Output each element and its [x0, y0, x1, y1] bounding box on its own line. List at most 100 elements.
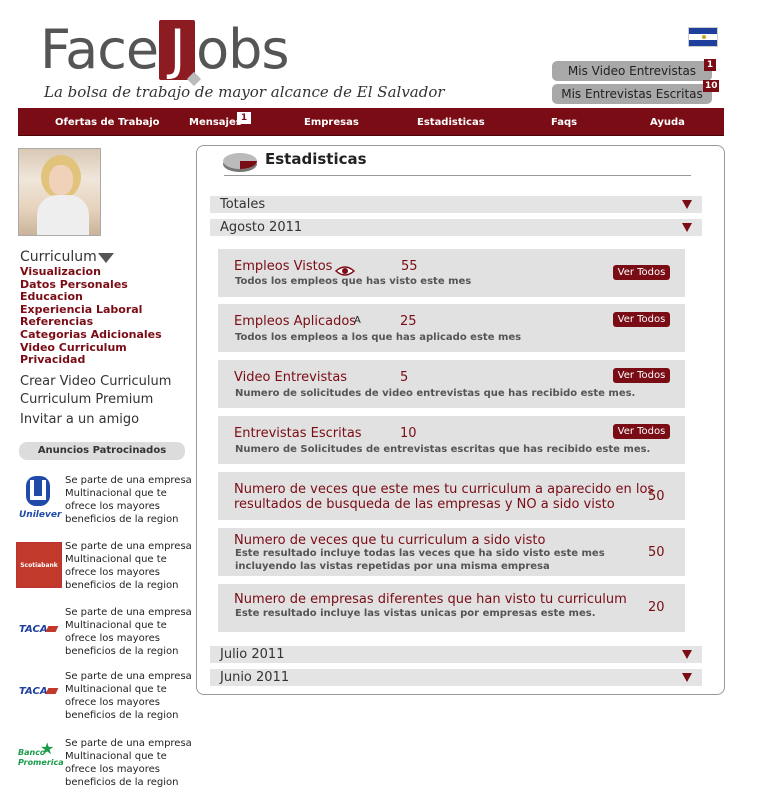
- taca-brand-text: TACA: [19, 624, 48, 635]
- expand-arrow-icon[interactable]: [682, 223, 692, 232]
- stat-value: 50: [648, 545, 665, 560]
- expand-arrow-icon[interactable]: [682, 673, 692, 682]
- taca-logo-icon: TACA: [16, 606, 62, 652]
- expand-arrow-icon[interactable]: [682, 200, 692, 209]
- stat-desc: Numero de Solicitudes de entrevistas esc…: [235, 444, 651, 455]
- title-divider: [224, 175, 691, 176]
- chart-icon: [221, 151, 259, 177]
- video-entrevistas-badge: 1: [704, 59, 716, 71]
- curriculum-item-visualizacion[interactable]: Visualizacion: [20, 265, 162, 279]
- stat-card-entrevistas-escritas: Entrevistas Escritas 10 Numero de Solici…: [218, 416, 685, 464]
- logo-text-face: Face: [40, 18, 159, 81]
- nav-item-ofertas[interactable]: Ofertas de Trabajo: [55, 108, 160, 136]
- nav-item-empresas[interactable]: Empresas: [304, 108, 359, 136]
- section-totales[interactable]: Totales: [210, 196, 702, 213]
- curriculum-item-privacidad[interactable]: Privacidad: [20, 354, 162, 367]
- section-julio-2011[interactable]: Julio 2011: [210, 646, 702, 663]
- curriculum-item-educacion[interactable]: Educacion: [20, 291, 162, 304]
- stat-desc-line2: incluyendo las vistas repetidas por una …: [235, 561, 550, 572]
- invitar-amigo-link[interactable]: Invitar a un amigo: [20, 412, 139, 427]
- stat-title: Numero de veces que tu curriculum a sido…: [234, 533, 546, 548]
- stat-value: 50: [648, 489, 665, 504]
- stat-value: 10: [400, 426, 417, 441]
- nav-item-faqs[interactable]: Faqs: [551, 108, 577, 136]
- ver-todos-button[interactable]: Ver Todos: [613, 312, 670, 327]
- tagline: La bolsa de trabajo de mayor alcance de …: [44, 83, 445, 101]
- mis-entrevistas-escritas-button[interactable]: Mis Entrevistas Escritas: [552, 84, 712, 104]
- mis-video-entrevistas-button[interactable]: Mis Video Entrevistas: [552, 61, 712, 81]
- curriculum-menu: Visualizacion Datos Personales Educacion…: [20, 265, 162, 367]
- ver-todos-button[interactable]: Ver Todos: [613, 368, 670, 383]
- ad-scotiabank[interactable]: Scotiabank Se parte de una empresa Multi…: [16, 540, 192, 598]
- main-nav: Ofertas de Trabajo Mensajes 1 Empresas E…: [18, 108, 724, 136]
- section-agosto-label: Agosto 2011: [220, 220, 303, 235]
- stat-value: 20: [648, 600, 665, 615]
- stat-title: Video Entrevistas: [234, 370, 348, 385]
- ver-todos-button[interactable]: Ver Todos: [613, 265, 670, 280]
- section-agosto-2011[interactable]: Agosto 2011: [210, 219, 702, 236]
- ad-text: Se parte de una empresa Multinacional qu…: [65, 671, 192, 721]
- stat-value: 25: [400, 314, 417, 329]
- entrevistas-escritas-badge: 10: [703, 80, 719, 92]
- curriculum-premium-link[interactable]: Curriculum Premium: [20, 392, 153, 407]
- ad-text: Se parte de una empresa Multinacional qu…: [65, 541, 192, 591]
- logo-j-box: J: [159, 20, 196, 80]
- ad-text: Se parte de una empresa Multinacional qu…: [65, 475, 192, 525]
- scotiabank-brand-text: Scotiabank: [20, 562, 58, 569]
- curriculum-toggle-icon[interactable]: [98, 253, 114, 263]
- unilever-brand-text: Unilever: [19, 510, 62, 520]
- curriculum-item-categorias-adicionales[interactable]: Categorias Adicionales: [20, 328, 162, 342]
- ad-text: Se parte de una empresa Multinacional qu…: [65, 738, 192, 788]
- nav-item-ayuda[interactable]: Ayuda: [650, 108, 685, 136]
- stat-title: Entrevistas Escritas: [234, 426, 362, 441]
- section-junio-2011[interactable]: Junio 2011: [210, 669, 702, 686]
- promerica-logo-icon: ★ Banco Promerica: [18, 739, 64, 768]
- el-salvador-flag-icon[interactable]: [688, 27, 718, 47]
- stat-title: Empleos Aplicados: [234, 314, 357, 329]
- stat-desc: Todos los empleos que has visto este mes: [235, 276, 472, 287]
- ad-taca[interactable]: TACA Se parte de una empresa Multinacion…: [16, 606, 192, 664]
- stat-card-video-entrevistas: Video Entrevistas 5 Numero de solicitude…: [218, 360, 685, 408]
- ad-text: Se parte de una empresa Multinacional qu…: [65, 607, 192, 657]
- ads-header: Anuncios Patrocinados: [19, 442, 185, 460]
- stat-value: 5: [400, 370, 409, 385]
- mis-video-entrevistas-label: Mis Video Entrevistas: [567, 64, 697, 78]
- ad-promerica[interactable]: ★ Banco Promerica Se parte de una empres…: [16, 737, 192, 795]
- stat-card-curriculum-visto: Numero de veces que tu curriculum a sido…: [218, 528, 685, 576]
- ver-todos-button[interactable]: Ver Todos: [613, 424, 670, 439]
- aplicado-icon: A: [354, 315, 361, 326]
- stat-title-line1: Numero de veces que este mes tu curricul…: [234, 482, 655, 497]
- nav-item-estadisticas[interactable]: Estadisticas: [417, 108, 485, 136]
- stat-card-empresas-diferentes: Numero de empresas diferentes que han vi…: [218, 584, 685, 632]
- stat-card-empleos-vistos: Empleos Vistos 55 Todos los empleos que …: [218, 249, 685, 297]
- stat-desc-line1: Este resultado incluye todas las veces q…: [235, 548, 605, 559]
- section-junio-label: Junio 2011: [220, 670, 290, 685]
- page-title: Estadisticas: [265, 150, 367, 168]
- stat-card-busqueda-no-visto: Numero de veces que este mes tu curricul…: [218, 472, 685, 520]
- expand-arrow-icon[interactable]: [682, 650, 692, 659]
- ad-unilever[interactable]: Unilever Se parte de una empresa Multina…: [16, 474, 192, 532]
- stat-title: Numero de empresas diferentes que han vi…: [234, 592, 627, 607]
- stat-card-empleos-aplicados: Empleos Aplicados A 25 Todos los empleos…: [218, 304, 685, 352]
- taca-logo-icon: TACA: [16, 670, 62, 716]
- promerica-brand-text: Banco Promerica: [18, 748, 64, 767]
- logo-text-obs: obs: [196, 18, 289, 81]
- scotiabank-logo-icon: Scotiabank: [16, 542, 62, 588]
- section-julio-label: Julio 2011: [220, 647, 285, 662]
- stat-desc: Numero de solicitudes de video entrevist…: [235, 388, 636, 399]
- mis-entrevistas-escritas-label: Mis Entrevistas Escritas: [561, 87, 703, 101]
- crear-video-curriculum-link[interactable]: Crear Video Curriculum: [20, 374, 171, 389]
- taca-brand-text: TACA: [19, 686, 48, 697]
- ad-taca-2[interactable]: TACA Se parte de una empresa Multinacion…: [16, 670, 192, 728]
- section-totales-label: Totales: [220, 197, 266, 212]
- stat-desc: Todos los empleos a los que has aplicado…: [235, 332, 522, 343]
- site-logo[interactable]: Face Jobs: [40, 18, 290, 82]
- stat-title: Empleos Vistos: [234, 259, 333, 274]
- stat-value: 55: [401, 259, 418, 274]
- curriculum-title[interactable]: Curriculum: [20, 249, 97, 265]
- stat-desc: Este resultado incluye las vistas unicas…: [235, 608, 596, 619]
- stat-title-line2: resultados de busqueda de las empresas y…: [234, 497, 615, 512]
- nav-item-mensajes[interactable]: Mensajes: [189, 108, 242, 136]
- avatar[interactable]: [18, 148, 101, 236]
- mensajes-badge: 1: [237, 112, 251, 124]
